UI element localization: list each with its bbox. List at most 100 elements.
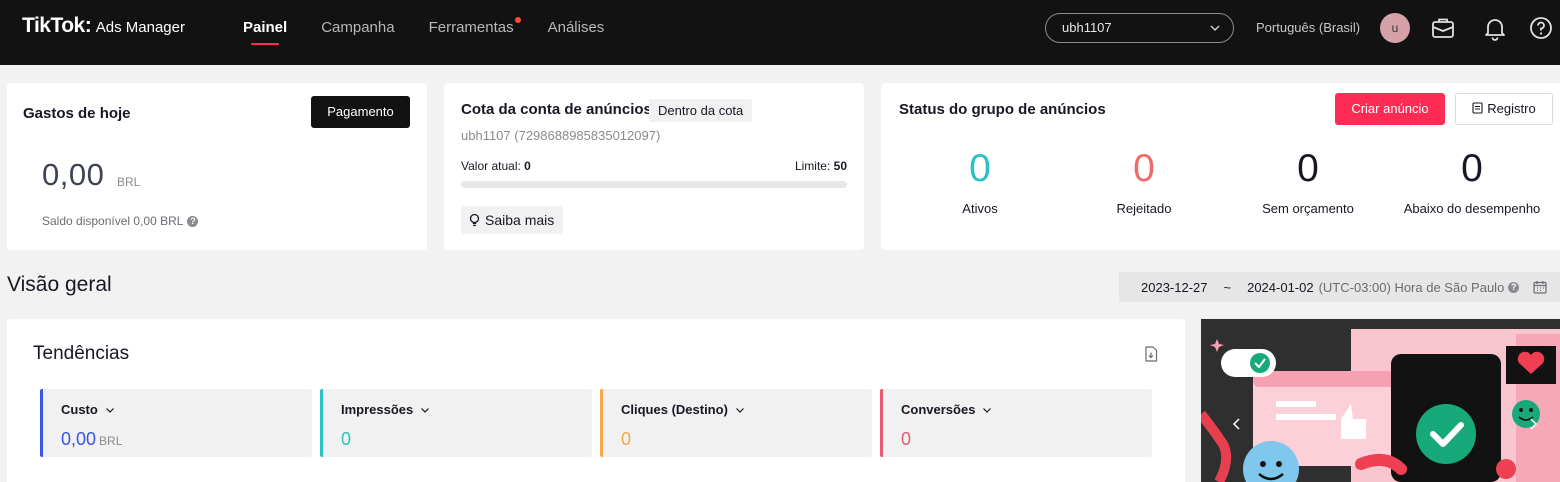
metric-name[interactable]: Impressões [341,402,430,417]
overview-title: Visão geral [7,273,112,296]
help-icon[interactable]: ? [187,215,199,227]
account-id: ubh1107 (7298688985835012097) [461,128,661,143]
metric-number: 0,00 [61,429,97,449]
document-icon [1472,102,1483,114]
chevron-down-icon [983,407,992,413]
limit-value: 50 [833,159,847,173]
timezone: (UTC-03:00) Hora de São Paulo [1318,279,1505,295]
stat-value: 0 [1461,147,1483,190]
ad-group-status-card: Status do grupo de anúncios Criar anúnci… [881,83,1560,250]
stat-no-budget[interactable]: 0 Sem orçamento [1228,145,1388,216]
trends-card: Tendências Custo 0,00 BRL Impressões 0 Cl… [7,319,1185,482]
top-navigation-bar: TikTok : Ads Manager Painel Campanha Fer… [0,0,1560,65]
metric-value: 0,00 BRL [61,429,122,450]
metric-clicks[interactable]: Cliques (Destino) 0 [600,389,872,457]
nav-label: Painel [243,19,288,36]
spend-currency: BRL [117,175,141,189]
nav-ferramentas[interactable]: Ferramentas [428,0,521,65]
metric-label: Conversões [901,402,976,417]
promo-illustration [1201,319,1560,482]
stat-label: Ativos [962,201,998,216]
promo-banner-carousel[interactable] [1201,319,1560,482]
nav-campanha[interactable]: Campanha [321,0,394,65]
status-badge: Dentro da cota [649,99,753,122]
learn-more-button[interactable]: Saiba mais [461,206,564,234]
chevron-down-icon [1210,25,1220,31]
main-nav: Painel Campanha Ferramentas Análises [243,0,638,65]
briefcase-icon[interactable] [1430,15,1456,41]
metric-label: Custo [61,402,98,417]
chevron-down-icon [421,407,430,413]
date-end: 2024-01-02 [1247,279,1314,295]
metric-unit: BRL [99,434,123,448]
metric-value: 0 [901,429,911,450]
nav-label: Análises [547,19,605,36]
date-start: 2023-12-27 [1141,279,1208,295]
log-label: Registro [1487,101,1536,116]
spend-amount: 0,00 [42,157,105,192]
quota-limit: Limite: 50 [795,159,847,173]
metric-number: 0 [341,429,352,449]
avatar[interactable]: u [1380,13,1410,43]
log-button[interactable]: Registro [1455,93,1553,125]
limit-label: Limite: [794,159,834,173]
metric-name[interactable]: Custo [61,402,115,417]
stat-active[interactable]: 0 Ativos [900,145,1060,216]
quota-current: Valor atual: 0 [461,159,531,173]
metric-number: 0 [901,429,912,449]
metric-number: 0 [621,429,632,449]
stat-value: 0 [969,147,991,190]
stat-value: 0 [1133,147,1155,190]
metric-value: 0 [621,429,631,450]
date-separator: ~ [1223,279,1232,295]
stat-label: Sem orçamento [1262,201,1354,216]
tiktok-ads-manager-logo[interactable]: TikTok : Ads Manager [22,14,185,38]
current-value: 0 [524,159,531,173]
account-name: ubh1107 [1062,20,1112,35]
nav-label: Ferramentas [428,19,514,36]
ad-account-quota-card: Cota da conta de anúncios Dentro da cota… [444,83,864,250]
learn-more-label: Saiba mais [485,212,555,228]
balance-label: Saldo disponível 0,00 BRL [42,214,184,228]
logo-product: Ads Manager [95,19,185,36]
help-icon[interactable] [1528,15,1554,41]
stat-label: Rejeitado [1116,201,1172,216]
chevron-down-icon [735,407,744,413]
metric-name[interactable]: Cliques (Destino) [621,402,745,417]
stat-label: Abaixo do desempenho [1403,201,1541,216]
export-icon[interactable] [1144,346,1158,362]
bell-icon[interactable] [1482,15,1508,41]
language-selector[interactable]: Português (Brasil) [1256,20,1360,35]
help-icon[interactable]: ? [1508,281,1520,293]
card-title: Cota da conta de anúncios [461,101,652,118]
stat-underperforming[interactable]: 0 Abaixo do desempenho [1392,145,1552,216]
nav-painel[interactable]: Painel [243,0,287,65]
metric-cost[interactable]: Custo 0,00 BRL [40,389,312,457]
trends-title: Tendências [33,343,130,364]
chevron-down-icon [105,407,114,413]
stat-value: 0 [1297,147,1319,190]
metric-value: 0 [341,429,351,450]
nav-analises[interactable]: Análises [548,0,605,65]
metric-impressions[interactable]: Impressões 0 [320,389,592,457]
current-label: Valor atual: [461,159,525,173]
lightbulb-icon [469,213,480,227]
metric-conversions[interactable]: Conversões 0 [880,389,1152,457]
account-selector[interactable]: ubh1107 [1045,13,1234,43]
logo-brand: TikTok [22,14,85,37]
notification-dot [514,17,521,23]
payment-button[interactable]: Pagamento [311,96,410,128]
metric-label: Cliques (Destino) [621,402,728,417]
nav-label: Campanha [321,19,395,36]
date-range-picker[interactable]: 2023-12-27 ~ 2024-01-02 (UTC-03:00) Hora… [1119,272,1560,302]
today-spend-card: Gastos de hoje Pagamento 0,00 BRL Saldo … [7,83,427,250]
quota-progress-bar [461,181,847,188]
stat-rejected[interactable]: 0 Rejeitado [1064,145,1224,216]
metric-label: Impressões [341,402,414,417]
card-title: Status do grupo de anúncios [899,101,1106,118]
card-title: Gastos de hoje [23,105,131,122]
metric-name[interactable]: Conversões [901,402,992,417]
calendar-icon [1533,281,1547,294]
available-balance: Saldo disponível 0,00 BRL ? [42,214,199,228]
create-ad-button[interactable]: Criar anúncio [1335,93,1445,125]
